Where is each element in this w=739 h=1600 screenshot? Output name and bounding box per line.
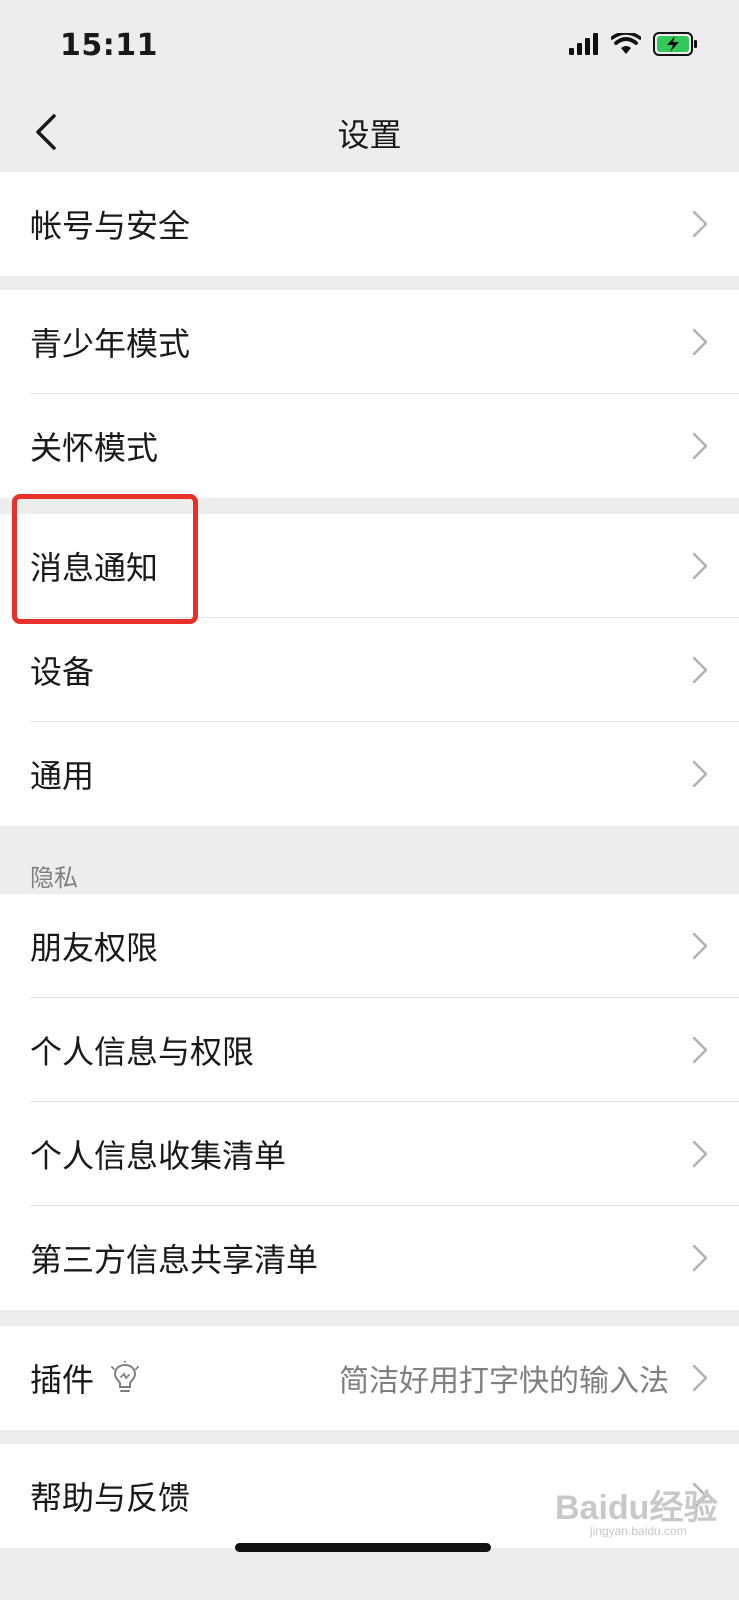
settings-item-plugins[interactable]: 插件 简洁好用打字快的输入法 (0, 1326, 739, 1430)
nav-bar: 设置 (0, 92, 739, 172)
chevron-right-icon (692, 432, 708, 460)
page-title: 设置 (337, 116, 402, 154)
chevron-right-icon (692, 760, 708, 788)
lightbulb-icon (111, 1361, 139, 1392)
settings-item-friend-permissions[interactable]: 朋友权限 (0, 894, 739, 998)
chevron-right-icon (692, 1140, 708, 1168)
battery-charging-icon (653, 32, 697, 56)
settings-group-modes: 青少年模式 关怀模式 (0, 290, 739, 498)
settings-item-label: 帮助与反馈 (30, 1479, 191, 1517)
settings-item-care-mode[interactable]: 关怀模式 (0, 394, 739, 498)
chevron-right-icon (692, 210, 708, 238)
highlight-box (12, 494, 198, 624)
chevron-right-icon (692, 328, 708, 356)
settings-group-plugins: 插件 简洁好用打字快的输入法 (0, 1326, 739, 1430)
settings-group-account: 帐号与安全 (0, 172, 739, 276)
settings-item-label: 朋友权限 (30, 929, 159, 967)
settings-item-label: 插件 (30, 1361, 95, 1399)
settings-item-label: 帐号与安全 (30, 207, 191, 245)
chevron-right-icon (692, 1036, 708, 1064)
settings-item-third-party-sharing-list[interactable]: 第三方信息共享清单 (0, 1206, 739, 1310)
chevron-right-icon (692, 1364, 708, 1392)
status-bar: 15:11 (0, 0, 739, 92)
section-title-privacy: 隐私 (30, 864, 78, 892)
settings-item-label: 个人信息与权限 (30, 1033, 255, 1071)
chevron-right-icon (692, 932, 708, 960)
settings-item-label: 青少年模式 (30, 325, 191, 363)
settings-item-account-security[interactable]: 帐号与安全 (0, 172, 739, 276)
settings-group-privacy: 朋友权限 个人信息与权限 个人信息收集清单 第三方信息共享清单 (0, 894, 739, 1310)
settings-item-label: 第三方信息共享清单 (30, 1241, 319, 1279)
settings-item-personal-info-permissions[interactable]: 个人信息与权限 (0, 998, 739, 1102)
watermark-url: jingyan.baidu.com (590, 1524, 687, 1538)
settings-item-personal-info-collection-list[interactable]: 个人信息收集清单 (0, 1102, 739, 1206)
home-indicator (235, 1543, 491, 1552)
cellular-signal-icon (569, 33, 598, 55)
settings-item-general[interactable]: 通用 (0, 722, 739, 826)
wifi-icon (611, 33, 641, 54)
status-icons (569, 32, 699, 56)
settings-item-label: 个人信息收集清单 (30, 1137, 287, 1175)
settings-item-label: 通用 (30, 757, 95, 795)
plugin-value: 简洁好用打字快的输入法 (339, 1364, 669, 1399)
chevron-right-icon (692, 552, 708, 580)
status-time: 15:11 (60, 28, 158, 63)
settings-item-teen-mode[interactable]: 青少年模式 (0, 290, 739, 394)
chevron-right-icon (692, 656, 708, 684)
settings-item-devices[interactable]: 设备 (0, 618, 739, 722)
settings-item-label: 关怀模式 (30, 429, 159, 467)
watermark-logo: Baidu经验 (555, 1489, 718, 1527)
chevron-right-icon (692, 1244, 708, 1272)
settings-item-label: 设备 (30, 653, 95, 691)
